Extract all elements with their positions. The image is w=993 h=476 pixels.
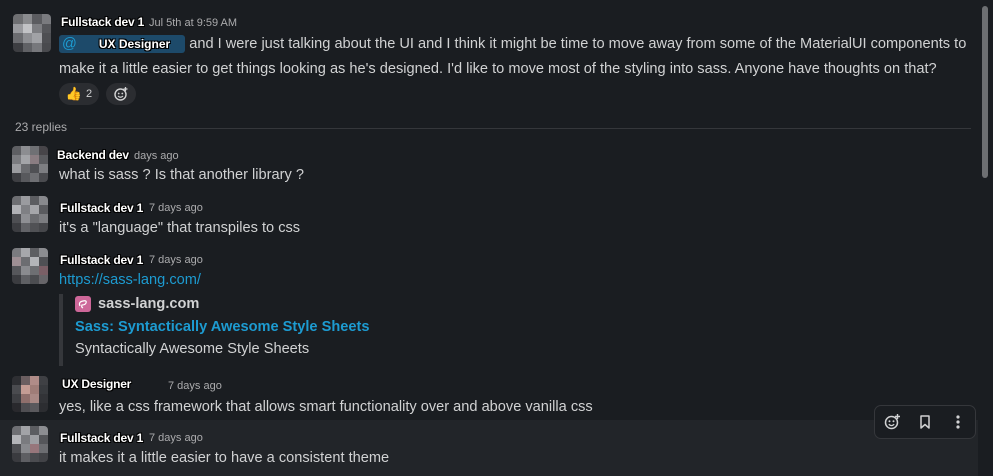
- reaction-pill[interactable]: 👍 2: [59, 83, 99, 105]
- author-name[interactable]: Fullstack dev 1: [60, 431, 143, 445]
- add-reaction-icon: [114, 87, 128, 101]
- timestamp[interactable]: 7 days ago: [149, 431, 203, 445]
- author-name[interactable]: Backend dev: [57, 148, 129, 162]
- message-actions-toolbar: [874, 405, 976, 439]
- timestamp[interactable]: 7 days ago: [168, 379, 222, 393]
- preview-title[interactable]: Sass: Syntactically Awesome Style Sheets: [75, 319, 369, 335]
- replies-divider: [80, 128, 971, 129]
- timestamp[interactable]: 7 days ago: [149, 253, 203, 267]
- timestamp[interactable]: 7 days ago: [149, 201, 203, 215]
- timestamp[interactable]: days ago: [134, 149, 179, 163]
- site-row: sass-lang.com: [75, 296, 199, 312]
- sass-logo-icon: [75, 296, 91, 312]
- bookmark-icon: [920, 415, 930, 429]
- replies-count: 23 replies: [15, 120, 68, 134]
- more-actions-button[interactable]: [944, 408, 972, 436]
- reply-message[interactable]: Backend dev days ago what is sass ? Is t…: [0, 140, 980, 188]
- thread-view: Fullstack dev 1 Jul 5th at 9:59 AM @ UX D…: [0, 0, 980, 476]
- scrollbar-thumb[interactable]: [982, 6, 988, 178]
- avatar[interactable]: [12, 426, 48, 462]
- parent-message[interactable]: Fullstack dev 1 Jul 5th at 9:59 AM @ UX D…: [0, 0, 980, 112]
- add-reaction-button[interactable]: [106, 83, 136, 105]
- thumbs-up-icon: 👍: [65, 86, 83, 101]
- avatar[interactable]: [12, 196, 48, 232]
- author-name[interactable]: Fullstack dev 1: [60, 253, 143, 267]
- message-text: @ UX Designer and I were just talking abo…: [59, 33, 966, 55]
- author-name[interactable]: UX Designer: [62, 377, 131, 391]
- more-actions-icon: [956, 415, 960, 429]
- message-text: it makes it a little easier to have a co…: [59, 450, 390, 466]
- add-reaction-button[interactable]: [878, 408, 906, 436]
- message-link[interactable]: https://sass-lang.com/: [59, 269, 201, 291]
- message-text-line2: make it a little easier to get things lo…: [59, 61, 937, 77]
- reply-message[interactable]: UX Designer 7 days ago yes, like a css f…: [0, 372, 980, 420]
- preview-description: Syntactically Awesome Style Sheets: [75, 341, 310, 357]
- avatar[interactable]: [13, 14, 51, 52]
- timestamp[interactable]: Jul 5th at 9:59 AM: [149, 16, 237, 30]
- user-mention[interactable]: @ UX Designer: [59, 35, 186, 53]
- reply-message[interactable]: Fullstack dev 1 7 days ago it's a "langu…: [0, 192, 980, 242]
- avatar[interactable]: [12, 376, 48, 412]
- avatar[interactable]: [12, 248, 48, 284]
- reply-message[interactable]: Fullstack dev 1 7 days ago it makes it a…: [0, 422, 980, 476]
- reaction-count: 2: [86, 88, 93, 100]
- site-name[interactable]: sass-lang.com: [98, 296, 199, 312]
- message-text: it's a "language" that transpiles to css: [59, 220, 301, 236]
- message-text: yes, like a css framework that allows sm…: [59, 399, 593, 415]
- save-for-later-button[interactable]: [911, 408, 939, 436]
- add-reaction-icon: [884, 414, 900, 430]
- avatar[interactable]: [12, 146, 48, 182]
- link-preview[interactable]: sass-lang.com Sass: Syntactically Awesom…: [59, 294, 463, 366]
- author-name[interactable]: Fullstack dev 1: [61, 15, 144, 29]
- message-text: what is sass ? Is that another library ?: [59, 167, 304, 183]
- author-name[interactable]: Fullstack dev 1: [60, 201, 143, 215]
